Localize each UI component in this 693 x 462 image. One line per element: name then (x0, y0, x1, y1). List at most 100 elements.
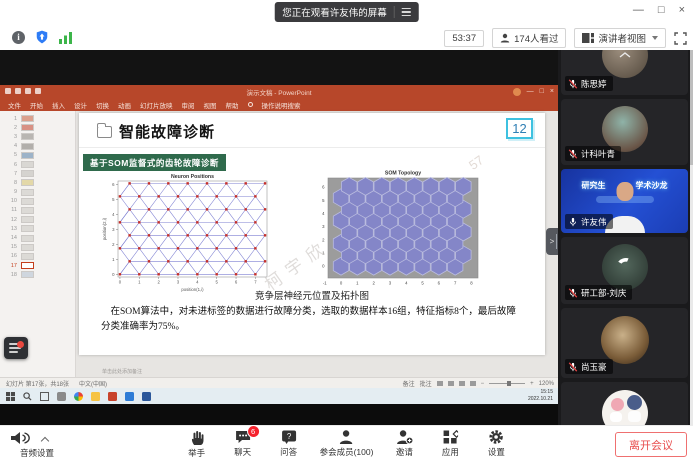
participant-tile[interactable]: 陈思婷 (561, 50, 688, 95)
mic-muted-icon (568, 288, 578, 298)
qa-button[interactable]: ? 问答 (274, 429, 304, 458)
slide-thumbnail-7[interactable]: 7 (0, 169, 75, 178)
annotation-tool-button[interactable] (4, 337, 28, 359)
ppt-close-button[interactable]: × (550, 87, 554, 96)
participant-tile-active-speaker[interactable]: 研究生 学术沙龙 许友伟 (561, 169, 688, 233)
participants-button[interactable]: 参会成员(100) (320, 429, 374, 458)
participant-tile[interactable]: 尚玉豪 (561, 308, 688, 378)
slide-thumbnail-9[interactable]: 9 (0, 188, 75, 197)
apps-button[interactable]: 应用 (435, 429, 465, 458)
ppt-minimize-button[interactable]: — (527, 87, 534, 96)
annotation-pen-icon (17, 341, 24, 348)
slide-thumbnail-18[interactable]: 18 (0, 270, 75, 279)
slide-thumbnail-8[interactable]: 8 (0, 178, 75, 187)
zoom-level[interactable]: 120% (539, 381, 554, 387)
slide-thumbnail-3[interactable]: 3 (0, 132, 75, 141)
neuron-positions-plot: 012345670123456Neuron Positionsposition(… (101, 171, 273, 293)
zoom-out-button[interactable]: − (481, 381, 485, 387)
ppt-restore-button[interactable]: □ (540, 87, 544, 96)
chrome-icon[interactable] (74, 392, 83, 401)
minimize-button[interactable]: — (633, 3, 644, 17)
slide-thumbnail-4[interactable]: 4 (0, 142, 75, 151)
sorter-view-icon[interactable] (448, 381, 454, 386)
speaker-head (616, 182, 633, 201)
slide-thumbnail-5[interactable]: 5 (0, 151, 75, 160)
maximize-button[interactable]: □ (658, 3, 665, 17)
invite-button[interactable]: 邀请 (389, 429, 419, 458)
notes-placeholder[interactable]: 单击此处添加备注 (102, 368, 142, 375)
start-button-icon[interactable] (6, 392, 15, 401)
slide-thumbnail-15[interactable]: 15 (0, 243, 75, 252)
word-icon[interactable] (142, 392, 151, 401)
participant-tile[interactable] (561, 382, 688, 425)
leave-meeting-button[interactable]: 离开会议 (615, 432, 687, 457)
slide-thumbnail-14[interactable]: 14 (0, 233, 75, 242)
ppt-tab-7[interactable]: 审阅 (182, 100, 195, 110)
slide-thumbnail-6[interactable]: 6 (0, 160, 75, 169)
close-button[interactable]: × (679, 3, 685, 17)
taskbar-clock[interactable]: 15:15 2022.10.21 (528, 389, 553, 403)
file-explorer-icon[interactable] (91, 392, 100, 401)
notes-toggle[interactable]: 备注 (403, 379, 415, 388)
ppt-tab-9[interactable]: 帮助 (226, 100, 239, 110)
view-mode-selector[interactable]: 演讲者视图 (574, 28, 666, 48)
slideshow-view-icon[interactable] (470, 381, 476, 386)
tell-me-search[interactable]: 操作说明搜索 (262, 100, 301, 110)
info-icon[interactable]: i (12, 31, 25, 44)
slide-thumbnail-17[interactable]: 17 (0, 261, 75, 270)
zoom-in-button[interactable]: + (530, 381, 534, 387)
chevron-up-icon[interactable] (619, 52, 631, 58)
zoom-slider[interactable] (489, 383, 525, 384)
ppt-tab-0[interactable]: 文件 (8, 100, 21, 110)
ppt-tab-3[interactable]: 设计 (74, 100, 87, 110)
slide-thumbnail-12[interactable]: 12 (0, 215, 75, 224)
slide-thumbnail-1[interactable]: 1 (0, 114, 75, 123)
svg-text:4: 4 (196, 280, 199, 285)
hamburger-menu-icon[interactable] (402, 8, 411, 16)
ppt-tab-8[interactable]: 视图 (204, 100, 217, 110)
network-signal-icon[interactable] (59, 31, 73, 44)
audio-settings-button[interactable]: 音频设置 (10, 430, 70, 451)
svg-text:-1: -1 (323, 281, 327, 286)
search-icon[interactable] (23, 392, 32, 401)
slide-thumbnail-10[interactable]: 10 (0, 197, 75, 206)
powerpoint-icon[interactable] (108, 392, 117, 401)
blue-app-icon[interactable] (125, 392, 134, 401)
settings-button[interactable]: 设置 (481, 429, 511, 458)
slide-canvas[interactable]: 智能故障诊断 12 基于SOM监督式的齿轮故障诊断 01234567012345… (79, 113, 545, 355)
chat-button[interactable]: 6 聊天 (228, 429, 258, 458)
reading-view-icon[interactable] (459, 381, 465, 386)
slide-thumbnail-2[interactable]: 2 (0, 123, 75, 132)
pinned-app-icon[interactable] (57, 392, 66, 401)
name-badge: 尚玉豪 (565, 359, 613, 374)
ppt-tab-1[interactable]: 开始 (30, 100, 43, 110)
task-view-icon[interactable] (40, 392, 49, 401)
svg-text:0: 0 (322, 264, 325, 269)
slide-body-text: 在SOM算法中，对未进标签的数据进行故障分类，选取的数据样本16组，特征指标8个… (101, 305, 525, 334)
svg-text:7: 7 (454, 281, 457, 286)
participant-tile[interactable]: 计科叶青 (561, 99, 688, 165)
ppt-tab-6[interactable]: 幻灯片放映 (140, 100, 173, 110)
comments-toggle[interactable]: 批注 (420, 379, 432, 388)
sidebar-collapse-handle[interactable]: > (546, 228, 558, 255)
fullscreen-icon[interactable] (674, 32, 687, 45)
slide-thumbnail-16[interactable]: 16 (0, 252, 75, 261)
mic-muted-icon (568, 79, 578, 89)
participant-tile[interactable]: 研工部-刘庆 (561, 237, 688, 304)
svg-text:2: 2 (372, 281, 375, 286)
normal-view-icon[interactable] (437, 381, 443, 386)
slide-section-label: 基于SOM监督式的齿轮故障诊断 (83, 154, 226, 171)
ppt-account-avatar[interactable] (513, 88, 521, 96)
avatar-figure-pink (611, 398, 624, 411)
viewer-count[interactable]: 174人看过 (492, 28, 566, 48)
ppt-tab-5[interactable]: 动画 (118, 100, 131, 110)
raise-hand-button[interactable]: 举手 (182, 429, 212, 459)
ppt-body: 123456789101112131415161718 智能故障诊断 12 基于… (0, 111, 558, 377)
ppt-quick-access[interactable] (5, 88, 41, 94)
slide-thumbnail-11[interactable]: 11 (0, 206, 75, 215)
ppt-tab-4[interactable]: 切换 (96, 100, 109, 110)
slide-thumbnail-13[interactable]: 13 (0, 224, 75, 233)
audio-expand-chevron-icon[interactable] (41, 437, 49, 445)
security-shield-icon[interactable] (35, 30, 49, 44)
ppt-tab-2[interactable]: 插入 (52, 100, 65, 110)
